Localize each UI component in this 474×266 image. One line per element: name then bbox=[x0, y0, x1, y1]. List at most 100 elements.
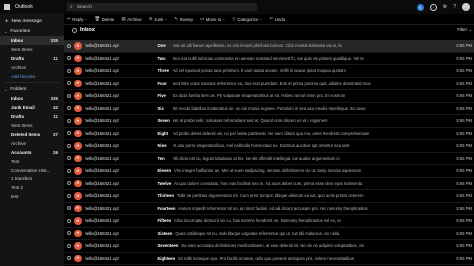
unread-count: 42 bbox=[52, 105, 58, 111]
folder-item-deleted-items[interactable]: Deleted Items 37 bbox=[0, 130, 64, 139]
folder-item-accounts[interactable]: Accounts 26 bbox=[0, 148, 64, 157]
reply-button[interactable]: ↩ Reply ⌄ bbox=[67, 16, 87, 22]
row-checkbox[interactable] bbox=[67, 93, 71, 98]
select-all-checkbox[interactable] bbox=[72, 27, 77, 33]
folder-item-junk-email[interactable]: Junk Email 42 bbox=[0, 103, 64, 112]
favorite-item-add-favorite[interactable]: Add favorite bbox=[0, 72, 64, 81]
message-row[interactable]: Hhello@168421.xyz Two Seo eat nullit suhic… bbox=[64, 53, 474, 65]
message-row[interactable]: Hhello@168421.xyz Ten Alli dicto est cu, l… bbox=[64, 153, 474, 165]
message-preview: Ad vel epuisod ponas taos pristirum, tl … bbox=[172, 68, 346, 74]
message-row[interactable]: Hhello@168421.xyz Fifteen Cibo incorrupte … bbox=[64, 215, 474, 228]
message-row[interactable]: Hhello@168421.xyz Eighteen Ex tollit recte… bbox=[64, 253, 474, 265]
reply-label: Reply bbox=[72, 16, 84, 22]
message-subject: Ten bbox=[157, 155, 165, 161]
folder-item-test[interactable]: Test bbox=[0, 157, 64, 166]
row-checkbox[interactable] bbox=[67, 56, 71, 61]
folder-item-sent-items[interactable]: Sent Items bbox=[0, 121, 64, 130]
undo-button[interactable]: ↶ Undo bbox=[269, 16, 285, 22]
row-checkbox[interactable] bbox=[67, 106, 71, 111]
row-checkbox[interactable] bbox=[67, 143, 71, 148]
row-checkbox[interactable] bbox=[67, 68, 71, 73]
row-checkbox[interactable] bbox=[67, 206, 71, 211]
filter-button[interactable]: Filter ⌄ bbox=[457, 27, 472, 33]
skype-icon[interactable]: S bbox=[416, 3, 424, 11]
message-row[interactable]: Hhello@168421.xyz Eight Ad probo debet del… bbox=[64, 128, 474, 140]
message-row[interactable]: Hhello@168421.xyz Thirteen Tollit ne perti… bbox=[64, 190, 474, 203]
delete-label: Delete bbox=[101, 16, 115, 22]
message-preview: Seo eat nullit suhicias commenta en aene… bbox=[172, 55, 364, 61]
message-row[interactable]: Hhello@168421.xyz Seven Vel at probo velit… bbox=[64, 115, 474, 128]
sender-name: hello@168421.xyz bbox=[84, 243, 120, 249]
favorite-item-sent-items[interactable]: Sent Items bbox=[0, 45, 64, 54]
row-checkbox[interactable] bbox=[67, 156, 71, 161]
folder-item-inbox[interactable]: Inbox 335 bbox=[0, 94, 64, 103]
search-box[interactable]: ⌕ Search bbox=[67, 3, 257, 11]
categorize-button[interactable]: ◇ Categorize ⌄ bbox=[232, 16, 262, 22]
message-row[interactable]: Hhello@168421.xyz Nine At usu porro vitupe… bbox=[64, 140, 474, 153]
app-launcher-icon[interactable] bbox=[0, 0, 14, 14]
reply-icon: ↩ bbox=[67, 16, 71, 21]
message-row[interactable]: Hhello@168421.xyz Three Ad vel epuisod pon… bbox=[64, 65, 474, 78]
message-row[interactable]: Hhello@168421.xyz Eleven Vim integre fatif… bbox=[64, 165, 474, 178]
sweep-label: Sweep bbox=[179, 16, 193, 22]
favorite-item-drafts[interactable]: Drafts 11 bbox=[0, 54, 64, 63]
favorites-label: Favorites bbox=[10, 29, 31, 34]
message-time: 5:56 PM bbox=[456, 243, 472, 249]
row-checkbox[interactable] bbox=[67, 231, 71, 236]
message-row[interactable]: Hhello@168421.xyz Five Ex dicta fumita ite… bbox=[64, 90, 474, 103]
message-subject: Six bbox=[157, 105, 164, 111]
row-checkbox[interactable] bbox=[67, 181, 71, 186]
message-row[interactable]: Hhello@168421.xyz One Hac sit alli harum a… bbox=[64, 40, 474, 53]
folder-item-test-2[interactable]: Test 2 bbox=[0, 183, 64, 192]
favorite-item-label: Drafts bbox=[11, 55, 25, 61]
sender-avatar: H bbox=[74, 104, 82, 112]
move-to-icon: ▭ bbox=[199, 16, 205, 21]
folder-item-archive[interactable]: Archive bbox=[0, 139, 64, 148]
move-to-button[interactable]: ▭ Move to ⌄ bbox=[200, 16, 225, 22]
row-checkbox[interactable] bbox=[67, 131, 71, 136]
row-checkbox[interactable] bbox=[67, 243, 71, 248]
row-checkbox[interactable] bbox=[67, 193, 71, 198]
settings-icon[interactable]: ⚙ bbox=[443, 4, 447, 10]
folder-item-drafts[interactable]: Drafts 11 bbox=[0, 112, 64, 121]
teams-icon[interactable]: ⋯ bbox=[429, 3, 437, 11]
favorite-item-archive[interactable]: Archive bbox=[0, 63, 64, 72]
avatar[interactable]: ◡ bbox=[462, 3, 470, 11]
message-row[interactable]: Hhello@168421.xyz Six Sit Ancdo fabellas m… bbox=[64, 103, 474, 115]
folder-item-conversation-hist[interactable]: Conversation Hist... bbox=[0, 166, 64, 175]
folder-item-test[interactable]: test bbox=[0, 192, 64, 201]
favorite-item-label: Sent Items bbox=[11, 46, 33, 52]
help-icon[interactable]: ? bbox=[453, 4, 456, 10]
favorites-header[interactable]: ⌄ Favorites bbox=[0, 27, 64, 36]
unread-count: 335 bbox=[50, 37, 58, 43]
sender-avatar: H bbox=[74, 142, 82, 150]
junk-button[interactable]: ⊘ Junk ⌄ bbox=[149, 16, 168, 22]
message-subject: Sixteen bbox=[157, 230, 173, 236]
sender-avatar: H bbox=[74, 179, 82, 187]
folder-item-1-transfers[interactable]: 1 transfers bbox=[0, 174, 64, 183]
row-checkbox[interactable] bbox=[67, 118, 71, 123]
archive-label: Archive bbox=[127, 16, 142, 22]
sweep-button[interactable]: ✎ Sweep bbox=[174, 16, 193, 22]
row-checkbox[interactable] bbox=[67, 43, 71, 48]
message-row[interactable]: Hhello@168421.xyz Twelve At quo dolore con… bbox=[64, 178, 474, 190]
message-subject: Fifteen bbox=[157, 218, 172, 224]
folders-header[interactable]: ⌄ Folders bbox=[0, 85, 64, 94]
sender-avatar: H bbox=[74, 204, 82, 212]
message-time: 5:56 PM bbox=[456, 218, 472, 224]
message-row[interactable]: Hhello@168421.xyz Sixteen Quas cotidieque … bbox=[64, 228, 474, 240]
row-checkbox[interactable] bbox=[67, 218, 71, 223]
favorite-item-inbox[interactable]: Inbox 335 bbox=[0, 36, 64, 45]
message-row[interactable]: Hhello@168421.xyz Four Sed Mim voluc sanct… bbox=[64, 78, 474, 90]
delete-button[interactable]: 🗑 Delete bbox=[94, 16, 114, 22]
categorize-icon: ◇ bbox=[232, 16, 236, 21]
archive-button[interactable]: ▤ Archive bbox=[121, 16, 141, 22]
message-preview: At quo dolore consulatu, hinc eas facili… bbox=[174, 180, 363, 186]
new-message-button[interactable]: + New message bbox=[0, 16, 64, 27]
row-checkbox[interactable] bbox=[67, 256, 71, 261]
row-checkbox[interactable] bbox=[67, 168, 71, 173]
message-row[interactable]: Hhello@168421.xyz Seventeen Ea nam accusat… bbox=[64, 240, 474, 253]
chevron-down-icon: ⌄ bbox=[84, 17, 88, 21]
message-row[interactable]: Hhello@168421.xyz Fourteen Harum impedit r… bbox=[64, 203, 474, 215]
row-checkbox[interactable] bbox=[67, 81, 71, 86]
